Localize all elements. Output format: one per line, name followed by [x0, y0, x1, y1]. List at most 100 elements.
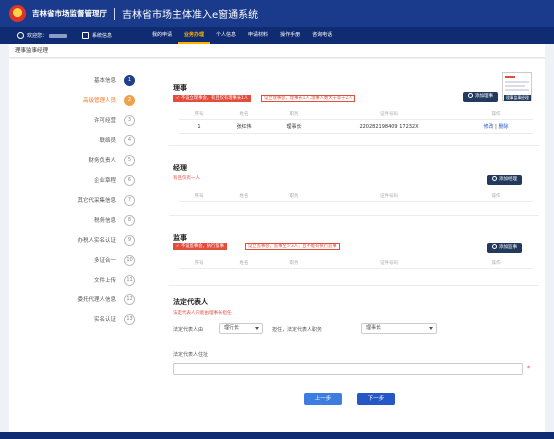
step-number: 10: [124, 254, 135, 266]
breadcrumb: 理事监事经理: [9, 44, 545, 58]
system-title: 吉林省市场主体准入e窗通系统: [122, 10, 259, 21]
nav-item-business[interactable]: 业务办理: [178, 27, 211, 44]
step-number: 11: [124, 274, 135, 286]
col-header: 操作: [491, 111, 501, 117]
top-nav: 欢迎您： 系统信息 我的申请 业务办理 个人信息 申请材料 操作手册 咨询电话: [0, 27, 554, 44]
table-row: 1 张红伟 理事长 220282198409 17232X 修改 | 删除: [179, 120, 533, 134]
step-realname[interactable]: 实名认证 13: [94, 313, 135, 325]
add-manager-button[interactable]: 添加经理: [487, 175, 522, 185]
welcome-label: 欢迎您：: [27, 33, 48, 39]
step-number: 2: [124, 94, 135, 106]
step-finance[interactable]: 财务负责人 5: [88, 154, 135, 166]
col-header: 操作: [491, 260, 501, 266]
edit-link[interactable]: 修改: [484, 124, 494, 130]
step-label: 多证合一: [93, 258, 116, 264]
username-masked: [49, 33, 68, 38]
legal-rep-role-select[interactable]: 理事长: [361, 323, 437, 334]
section-divider: [169, 285, 539, 286]
step-liaison[interactable]: 联络员 4: [99, 134, 135, 146]
board-title: 理事: [173, 84, 187, 92]
nav-item-my-applications[interactable]: 我的申请: [146, 27, 178, 44]
main-panel: 基本信息 1 高级管理人员 2 许可经营 3 联络员 4 财务负责人 5 企业章程 6 其它…: [9, 59, 545, 432]
step-tax-realname[interactable]: 办税人实名认证 9: [77, 234, 135, 246]
step-number: 12: [124, 293, 135, 305]
plus-icon: [468, 93, 473, 98]
nav-item-manual[interactable]: 操作手册: [274, 27, 306, 44]
cell-no: 1: [197, 123, 201, 130]
manager-title: 经理: [173, 164, 187, 172]
section-divider: [169, 145, 539, 146]
step-number: 7: [124, 194, 135, 206]
col-header: 职务: [289, 111, 299, 117]
step-number: 5: [124, 154, 135, 166]
step-multi-cert[interactable]: 多证合一 10: [94, 254, 135, 266]
nav-item-hotline[interactable]: 咨询电话: [306, 27, 338, 44]
step-number: 13: [124, 313, 135, 325]
footer-bar: [0, 432, 554, 439]
add-supervisor-button[interactable]: 添加监事: [487, 243, 522, 253]
step-license[interactable]: 许可经营 3: [94, 114, 135, 126]
add-director-button[interactable]: 添加理事: [463, 92, 498, 102]
col-header: 姓名: [239, 193, 249, 199]
step-tax[interactable]: 税务信息 8: [94, 214, 135, 226]
step-agent[interactable]: 委托代理人信息 12: [77, 293, 135, 305]
step-label: 文件上传: [93, 278, 116, 284]
step-number: 6: [124, 174, 135, 186]
cell-role: 理事长: [286, 124, 302, 130]
supervisor-title: 监事: [173, 234, 187, 242]
next-step-button[interactable]: 下一步: [357, 393, 395, 405]
step-number: 8: [124, 214, 135, 226]
manager-note: 有且仅有一人: [173, 176, 200, 181]
messages-link[interactable]: 系统信息: [82, 32, 112, 39]
supervisor-option-executive[interactable]: ✓ 不设监事会，执行监事: [173, 243, 227, 250]
board-table: 序号 姓名 职务 证件号码 操作 1 张红伟 理事长 220282198409 …: [179, 108, 533, 134]
step-number: 1: [124, 74, 135, 86]
emblem-icon: [9, 5, 26, 22]
delete-link[interactable]: 删除: [498, 124, 508, 130]
cell-actions: 修改 | 删除: [459, 123, 533, 130]
col-header: 证件号码: [380, 193, 398, 199]
add-supervisor-label: 添加监事: [499, 245, 517, 250]
col-header: 序号: [194, 111, 204, 117]
prev-step-button[interactable]: 上一步: [304, 393, 342, 405]
nav-item-profile[interactable]: 个人信息: [210, 27, 242, 44]
step-number: 4: [124, 134, 135, 146]
col-header: 证件号码: [380, 111, 398, 117]
help-thumbnail-caption: 理事监事经理: [504, 95, 531, 101]
step-label: 实名认证: [93, 317, 116, 323]
step-label: 财务负责人: [88, 158, 116, 164]
action-separator: |: [495, 124, 497, 130]
legal-rep-address-input[interactable]: [173, 363, 523, 375]
legal-rep-title: 法定代表人: [173, 298, 208, 306]
board-option-no-council[interactable]: ✓ 不设立理事会，有且仅有理事长1人: [173, 95, 252, 102]
thumb-line: [505, 81, 529, 83]
message-icon: [82, 32, 90, 39]
step-basic-info[interactable]: 基本信息 1: [94, 74, 135, 86]
form-content: 理事 ✓ 不设立理事会，有且仅有理事长1人 设立理事会，理事长1人,理事人数大于…: [169, 59, 539, 432]
step-other-info[interactable]: 其它代采集信息 7: [77, 194, 135, 206]
section-divider: [169, 215, 539, 216]
col-header: 操作: [491, 193, 501, 199]
step-upload[interactable]: 文件上传 11: [94, 274, 135, 286]
col-header: 序号: [194, 260, 204, 266]
add-manager-label: 添加经理: [499, 177, 517, 182]
step-label: 基本信息: [93, 78, 116, 84]
step-senior-managers[interactable]: 高级管理人员 2: [83, 94, 135, 106]
header-divider: [114, 7, 115, 20]
legal-rep-from-value: 理行长: [224, 325, 240, 331]
step-label: 委托代理人信息: [77, 297, 116, 303]
nav-item-materials[interactable]: 申请材料: [242, 27, 274, 44]
thumb-line: [505, 85, 525, 87]
step-label: 办税人实名认证: [77, 238, 116, 244]
nav-items: 我的申请 业务办理 个人信息 申请材料 操作手册 咨询电话: [146, 27, 338, 44]
board-option-council[interactable]: 设立理事会，理事长1人,理事人数大于等于2人: [261, 95, 356, 102]
supervisor-option-board[interactable]: 设立监事会，监事至少3人，且不能有执行监事: [245, 243, 340, 250]
col-header: 职务: [289, 193, 299, 199]
supervisor-table: 序号 姓名 职务 证件号码 操作: [179, 257, 533, 269]
legal-rep-note: 法定代表人只能由理事长担任: [173, 311, 232, 316]
step-charter[interactable]: 企业章程 6: [94, 174, 135, 186]
step-number: 3: [124, 114, 135, 126]
user-info[interactable]: 欢迎您：: [17, 32, 68, 39]
legal-rep-role-label: 担任，法定代表人职务: [272, 327, 323, 333]
legal-rep-from-select[interactable]: 理行长: [219, 323, 263, 334]
